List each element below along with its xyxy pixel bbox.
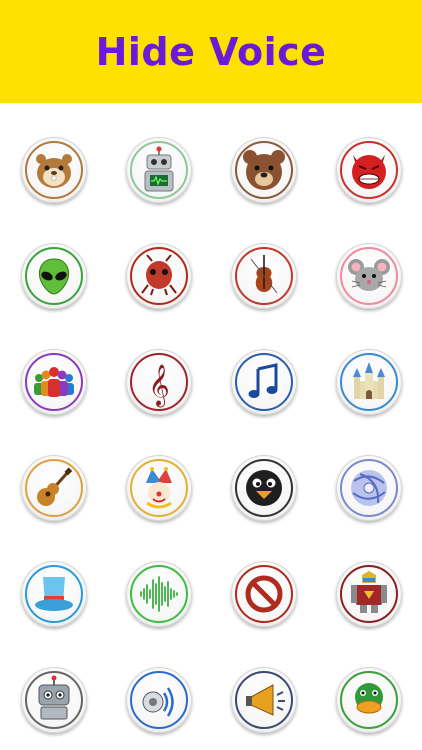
voice-button-crowd[interactable]: [21, 349, 87, 415]
voice-button-top-hat[interactable]: [21, 561, 87, 627]
castle-icon: [353, 362, 385, 399]
app-title: Hide Voice: [95, 29, 327, 74]
disc-icon: [351, 470, 387, 506]
voice-button-speaker[interactable]: [126, 667, 192, 733]
voice-button-treble-clef[interactable]: 𝄞: [126, 349, 192, 415]
voice-button-castle[interactable]: [336, 349, 402, 415]
voice-button-mech-robot[interactable]: [336, 561, 402, 627]
voice-button-alien[interactable]: [21, 243, 87, 309]
voice-button-music-note[interactable]: [231, 349, 297, 415]
voice-button-jester[interactable]: [126, 455, 192, 521]
devil-icon: [352, 155, 386, 189]
voice-grid: 𝄞: [0, 103, 422, 750]
sound-wave-icon: [140, 576, 178, 612]
jester-icon: [146, 467, 172, 509]
voice-button-penguin[interactable]: [231, 455, 297, 521]
guitar-icon: [37, 467, 73, 506]
bear-icon: [243, 150, 285, 190]
treble-clef-icon: 𝄞: [148, 364, 169, 407]
megaphone-icon: [246, 684, 285, 716]
top-hat-icon: [35, 577, 73, 611]
music-note-icon: [248, 363, 278, 398]
hamster-icon: [36, 154, 72, 188]
voice-button-bear[interactable]: [231, 137, 297, 203]
voice-button-sound-wave[interactable]: [126, 561, 192, 627]
mouse-icon: [348, 259, 390, 291]
svg-text:𝄞: 𝄞: [148, 364, 169, 407]
mech-robot-icon: [351, 571, 387, 613]
voice-button-devil[interactable]: [336, 137, 402, 203]
prohibited-icon: [245, 575, 283, 613]
voice-button-disc[interactable]: [336, 455, 402, 521]
penguin-icon: [246, 470, 282, 506]
ant-icon: [141, 254, 177, 296]
voice-button-mouse[interactable]: [336, 243, 402, 309]
app-header: Hide Voice: [0, 0, 422, 103]
robot-icon: [144, 146, 174, 192]
crowd-icon: [34, 367, 74, 397]
voice-button-violin[interactable]: [231, 243, 297, 309]
speaker-icon: [142, 687, 174, 717]
voice-button-megaphone[interactable]: [231, 667, 297, 733]
voice-button-hamster[interactable]: [21, 137, 87, 203]
violin-icon: [250, 255, 278, 294]
voice-button-robot-box[interactable]: [21, 667, 87, 733]
voice-button-robot[interactable]: [126, 137, 192, 203]
voice-button-duck[interactable]: [336, 667, 402, 733]
voice-button-prohibited[interactable]: [231, 561, 297, 627]
robot-box-icon: [38, 675, 70, 720]
alien-icon: [38, 258, 70, 295]
voice-button-ant[interactable]: [126, 243, 192, 309]
duck-icon: [355, 683, 383, 714]
voice-button-guitar[interactable]: [21, 455, 87, 521]
